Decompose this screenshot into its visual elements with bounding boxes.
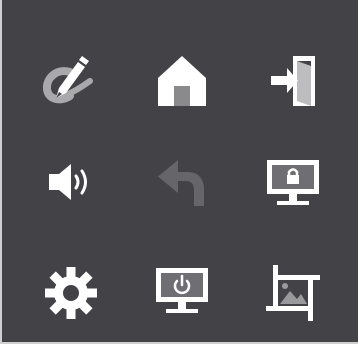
settings-gear-icon xyxy=(45,267,97,319)
lock-screen-icon xyxy=(267,160,319,205)
crop-image-button[interactable] xyxy=(243,243,343,343)
power-monitor-button[interactable] xyxy=(132,240,232,340)
volume-button[interactable] xyxy=(21,132,121,232)
lock-screen-button[interactable] xyxy=(243,132,343,232)
edit-signature-button[interactable] xyxy=(19,32,119,132)
undo-icon xyxy=(158,160,204,206)
sign-in-icon xyxy=(271,56,315,106)
icon-grid xyxy=(0,0,358,362)
edit-signature-icon xyxy=(43,56,93,104)
power-monitor-icon xyxy=(156,268,208,313)
crop-image-icon xyxy=(266,265,320,321)
home-button[interactable] xyxy=(132,32,232,132)
settings-button[interactable] xyxy=(21,243,121,343)
home-icon xyxy=(158,56,206,106)
volume-icon xyxy=(49,164,87,200)
undo-button[interactable] xyxy=(130,132,230,232)
icon-panel xyxy=(0,0,358,362)
sign-in-button[interactable] xyxy=(243,32,343,132)
